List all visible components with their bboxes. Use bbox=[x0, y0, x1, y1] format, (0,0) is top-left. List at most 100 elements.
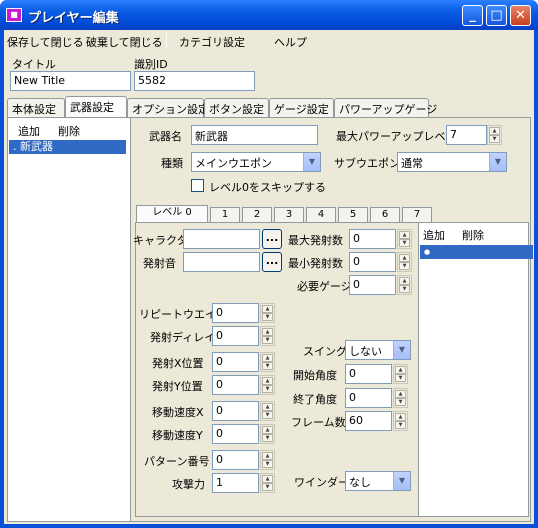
max-power-label: 最大パワーアップレベル bbox=[336, 130, 457, 143]
level-tab-7[interactable]: 7 bbox=[402, 207, 432, 223]
fire-y-input[interactable]: 0 bbox=[212, 375, 259, 395]
title-bar[interactable]: ■ プレイヤー編集 _ □ ✕ bbox=[0, 0, 538, 30]
max-shots-input[interactable]: 0 bbox=[349, 229, 396, 249]
fire-x-spinner[interactable]: ▲ ▼ bbox=[260, 352, 275, 372]
sound-browse-button[interactable]: ... bbox=[262, 252, 282, 272]
level-tab-strip: レベル 0 1 2 3 4 5 6 7 bbox=[136, 205, 528, 223]
level-add-button[interactable]: 追加 bbox=[423, 227, 445, 243]
fire-y-label: 発射Y位置 bbox=[152, 380, 203, 393]
character-label: キャラクタ bbox=[133, 234, 188, 247]
max-shots-label: 最大発射数 bbox=[288, 234, 343, 247]
title-label: タイトル bbox=[12, 58, 56, 71]
weapon-list-item[interactable]: . 新武器 bbox=[9, 140, 126, 154]
skip-level0-checkbox[interactable] bbox=[191, 179, 204, 192]
fire-x-input[interactable]: 0 bbox=[212, 352, 259, 372]
tab-body[interactable]: 本体設定 bbox=[7, 98, 65, 117]
end-angle-input[interactable]: 0 bbox=[345, 388, 392, 408]
weapon-type-select[interactable]: メインウエポン ▼ bbox=[191, 152, 321, 172]
gauge-spinner[interactable]: ▲ ▼ bbox=[397, 275, 412, 295]
pattern-input[interactable]: 0 bbox=[212, 450, 259, 470]
level-tab-4[interactable]: 4 bbox=[306, 207, 336, 223]
sound-label: 発射音 bbox=[143, 257, 176, 270]
level-delete-button[interactable]: 削除 bbox=[462, 227, 484, 243]
level-tab-1[interactable]: 1 bbox=[210, 207, 240, 223]
tab-gauge[interactable]: ゲージ設定 bbox=[269, 98, 334, 117]
max-power-spinner[interactable]: ▲ ▼ bbox=[487, 125, 502, 145]
level-tab-6[interactable]: 6 bbox=[370, 207, 400, 223]
level-list-item[interactable]: ● bbox=[420, 245, 533, 259]
fire-delay-spinner[interactable]: ▲ ▼ bbox=[260, 326, 275, 346]
weapon-tab-panel: 追加 削除 . 新武器 武器名 新武器 最大パワーアップレベル 7 ▲ ▼ 種類 … bbox=[7, 117, 533, 522]
tab-option[interactable]: オプション設定 bbox=[127, 98, 209, 117]
title-input[interactable]: New Title bbox=[10, 71, 131, 91]
repeat-wait-spinner[interactable]: ▲ ▼ bbox=[260, 303, 275, 323]
fire-delay-input[interactable]: 0 bbox=[212, 326, 259, 346]
fire-y-spinner[interactable]: ▲ ▼ bbox=[260, 375, 275, 395]
tab-button[interactable]: ボタン設定 bbox=[204, 98, 269, 117]
gauge-label: 必要ゲージ bbox=[297, 280, 352, 293]
sub-weapon-select[interactable]: 通常 ▼ bbox=[397, 152, 507, 172]
pattern-label: パターン番号 bbox=[144, 455, 210, 468]
application-window: ■ プレイヤー編集 _ □ ✕ 保存して閉じる 破棄して閉じる カテゴリ設定 ヘ… bbox=[0, 0, 538, 528]
pattern-spinner[interactable]: ▲ ▼ bbox=[260, 450, 275, 470]
menu-category[interactable]: カテゴリ設定 bbox=[179, 34, 245, 50]
frames-input[interactable]: 60 bbox=[345, 411, 392, 431]
start-angle-spinner[interactable]: ▲ ▼ bbox=[393, 364, 408, 384]
level-tab-0[interactable]: レベル 0 bbox=[136, 205, 208, 223]
tab-powerup-gauge[interactable]: パワーアップゲージ bbox=[334, 98, 437, 117]
min-shots-spinner[interactable]: ▲ ▼ bbox=[397, 252, 412, 272]
sub-weapon-value: 通常 bbox=[401, 157, 423, 170]
speed-x-label: 移動速度X bbox=[152, 406, 204, 419]
app-icon[interactable]: ■ bbox=[6, 8, 22, 22]
weapon-name-input[interactable]: 新武器 bbox=[191, 125, 318, 145]
repeat-wait-input[interactable]: 0 bbox=[212, 303, 259, 323]
weapon-add-button[interactable]: 追加 bbox=[18, 123, 40, 139]
id-input[interactable]: 5582 bbox=[134, 71, 255, 91]
speed-x-input[interactable]: 0 bbox=[212, 401, 259, 421]
speed-y-spinner[interactable]: ▲ ▼ bbox=[260, 424, 275, 444]
winder-label: ワインダー bbox=[294, 476, 349, 489]
weapon-delete-button[interactable]: 削除 bbox=[58, 123, 80, 139]
level-tab-2[interactable]: 2 bbox=[242, 207, 272, 223]
character-input[interactable] bbox=[183, 229, 260, 249]
attack-spinner[interactable]: ▲ ▼ bbox=[260, 473, 275, 493]
attack-input[interactable]: 1 bbox=[212, 473, 259, 493]
main-tab-strip: 本体設定 武器設定 オプション設定 ボタン設定 ゲージ設定 パワーアップゲージ bbox=[4, 96, 534, 118]
maximize-button[interactable]: □ bbox=[486, 5, 507, 26]
character-browse-button[interactable]: ... bbox=[262, 229, 282, 249]
close-button[interactable]: ✕ bbox=[510, 5, 531, 26]
frames-label: フレーム数 bbox=[291, 416, 346, 429]
max-shots-spinner[interactable]: ▲ ▼ bbox=[397, 229, 412, 249]
menu-discard-close[interactable]: 破棄して閉じる bbox=[86, 34, 163, 50]
frames-spinner[interactable]: ▲ ▼ bbox=[393, 411, 408, 431]
min-shots-label: 最小発射数 bbox=[288, 257, 343, 270]
speed-x-spinner[interactable]: ▲ ▼ bbox=[260, 401, 275, 421]
weapon-list-item-label: 新武器 bbox=[20, 140, 53, 153]
sound-input[interactable] bbox=[183, 252, 260, 272]
max-power-input[interactable]: 7 bbox=[446, 125, 487, 145]
swing-select[interactable]: しない ▼ bbox=[345, 340, 411, 360]
level-list-panel: 追加 削除 ● bbox=[418, 223, 533, 516]
level-tab-3[interactable]: 3 bbox=[274, 207, 304, 223]
level-panel: キャラクタ ... 発射音 ... 最大発射数 0 ▲ ▼ 最小発射数 0 ▲ ▼ … bbox=[133, 222, 533, 517]
tab-weapon[interactable]: 武器設定 bbox=[65, 96, 127, 117]
level-tab-5[interactable]: 5 bbox=[338, 207, 368, 223]
speed-y-input[interactable]: 0 bbox=[212, 424, 259, 444]
id-label: 識別ID bbox=[134, 58, 168, 71]
chevron-down-icon: ▼ bbox=[393, 341, 410, 359]
attack-label: 攻撃力 bbox=[172, 478, 205, 491]
skip-level0-label: レベル0をスキップする bbox=[209, 181, 326, 194]
gauge-input[interactable]: 0 bbox=[349, 275, 396, 295]
fire-delay-label: 発射ディレイ bbox=[150, 331, 216, 344]
start-angle-input[interactable]: 0 bbox=[345, 364, 392, 384]
min-shots-input[interactable]: 0 bbox=[349, 252, 396, 272]
menu-save-close[interactable]: 保存して閉じる bbox=[7, 34, 84, 50]
chevron-down-icon: ▼ bbox=[393, 472, 410, 490]
start-angle-label: 開始角度 bbox=[293, 369, 337, 382]
end-angle-spinner[interactable]: ▲ ▼ bbox=[393, 388, 408, 408]
winder-select[interactable]: なし ▼ bbox=[345, 471, 411, 491]
swing-label: スイング bbox=[303, 345, 347, 358]
minimize-button[interactable]: _ bbox=[462, 5, 483, 26]
sub-weapon-label: サブウエポン bbox=[334, 157, 400, 170]
menu-help[interactable]: ヘルプ bbox=[274, 34, 307, 50]
